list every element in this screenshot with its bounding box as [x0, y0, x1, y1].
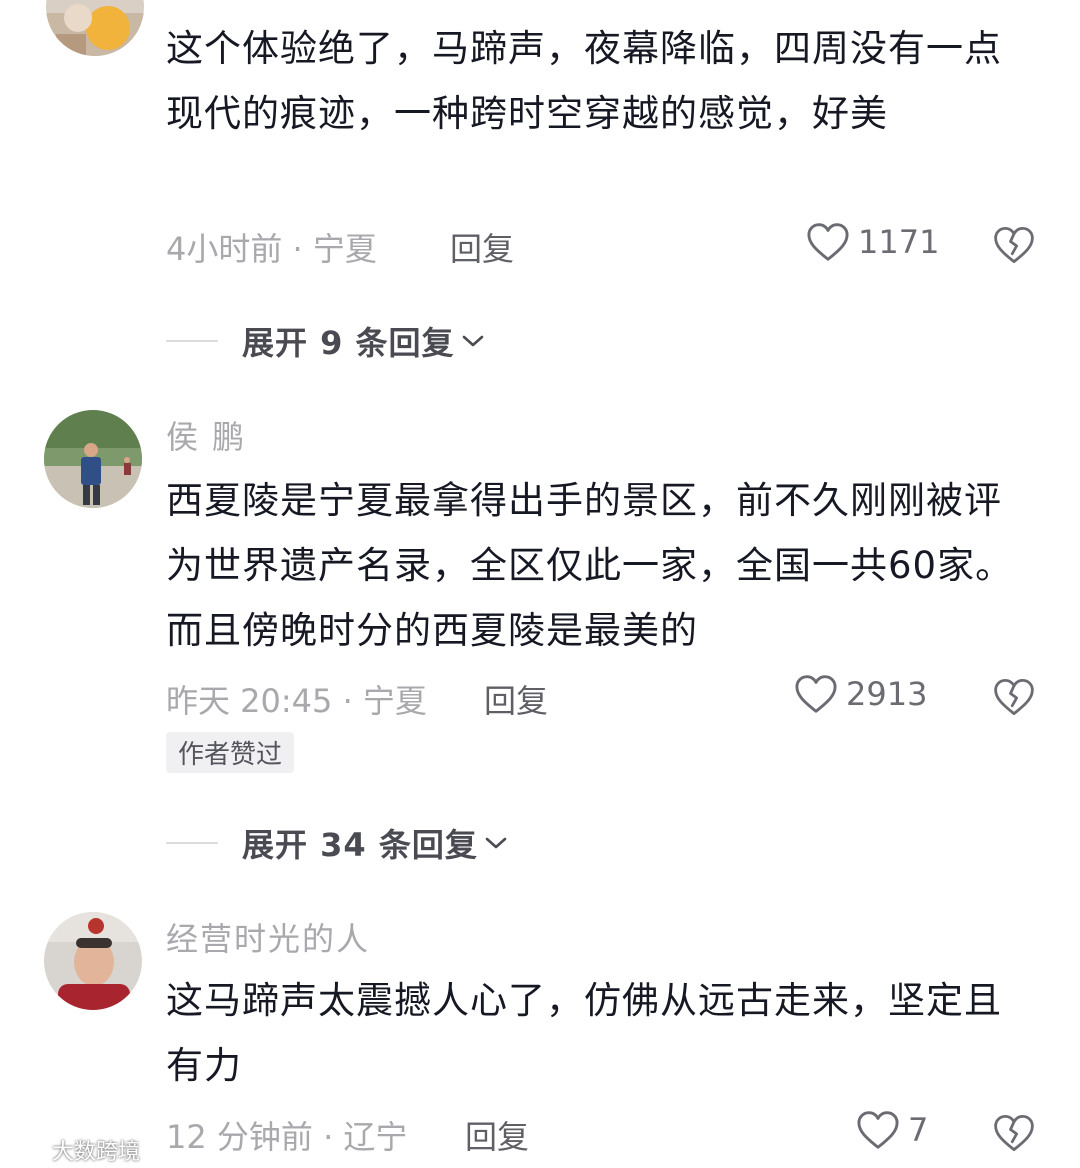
- comment-meta: 12 分钟前 · 辽宁: [166, 1118, 408, 1156]
- like-count: 1171: [858, 223, 940, 261]
- heart-outline-icon: [795, 675, 837, 713]
- dislike-button[interactable]: [993, 225, 1035, 267]
- comment-text: 西夏陵是宁夏最拿得出手的景区，前不久刚刚被评为世界遗产名录，全区仅此一家，全国一…: [166, 479, 1014, 652]
- like-count: 2913: [846, 675, 928, 713]
- comment-text: 这个体验绝了，马蹄声，夜幕降临，四周没有一点现代的痕迹，一种跨时空穿越的感觉，好…: [166, 27, 1002, 135]
- expand-replies-button[interactable]: 展开 34 条回复: [166, 820, 510, 866]
- broken-heart-icon: [994, 226, 1034, 264]
- watermark-logo-icon: [4, 1142, 48, 1158]
- comment-meta: 4小时前 · 宁夏: [166, 230, 377, 268]
- chevron-down-icon: [462, 335, 483, 347]
- avatar[interactable]: [46, 0, 144, 56]
- comment-meta: 昨天 20:45 · 宁夏: [166, 682, 427, 720]
- reply-button[interactable]: 回复: [484, 676, 548, 722]
- avatar[interactable]: [44, 912, 142, 1010]
- watermark-text: 大数跨境: [52, 1140, 141, 1165]
- expand-replies-label: 展开 9 条回复: [242, 324, 455, 362]
- expand-replies-button[interactable]: 展开 9 条回复: [166, 318, 487, 364]
- avatar-image: [44, 410, 142, 508]
- broken-heart-icon: [994, 1114, 1034, 1152]
- avatar-image: [46, 0, 144, 56]
- chevron-down-icon: [485, 837, 507, 849]
- comment-username[interactable]: 经营时光的人: [166, 914, 370, 960]
- heart-outline-icon: [807, 223, 849, 261]
- comment-text: 这马蹄声太震撼人心了，仿佛从远古走来，坚定且有力: [166, 979, 1002, 1087]
- reply-button[interactable]: 回复: [465, 1112, 529, 1158]
- avatar-image: [44, 912, 142, 1010]
- like-button[interactable]: 1171: [806, 222, 939, 262]
- like-button[interactable]: 7: [856, 1110, 928, 1150]
- like-button[interactable]: 2913: [794, 674, 927, 714]
- like-count: 7: [908, 1111, 929, 1149]
- broken-heart-icon: [994, 678, 1034, 716]
- dislike-button[interactable]: [993, 1113, 1035, 1155]
- author-liked-badge: 作者赞过: [166, 732, 295, 773]
- comment-username[interactable]: 侯 鹏: [166, 412, 246, 458]
- watermark: 大数跨境: [4, 1134, 140, 1166]
- divider-line: [166, 340, 218, 342]
- reply-button[interactable]: 回复: [450, 224, 514, 270]
- avatar[interactable]: [44, 410, 142, 508]
- divider-line: [166, 842, 218, 844]
- expand-replies-label: 展开 34 条回复: [242, 826, 478, 864]
- heart-outline-icon: [857, 1111, 899, 1149]
- dislike-button[interactable]: [993, 677, 1035, 719]
